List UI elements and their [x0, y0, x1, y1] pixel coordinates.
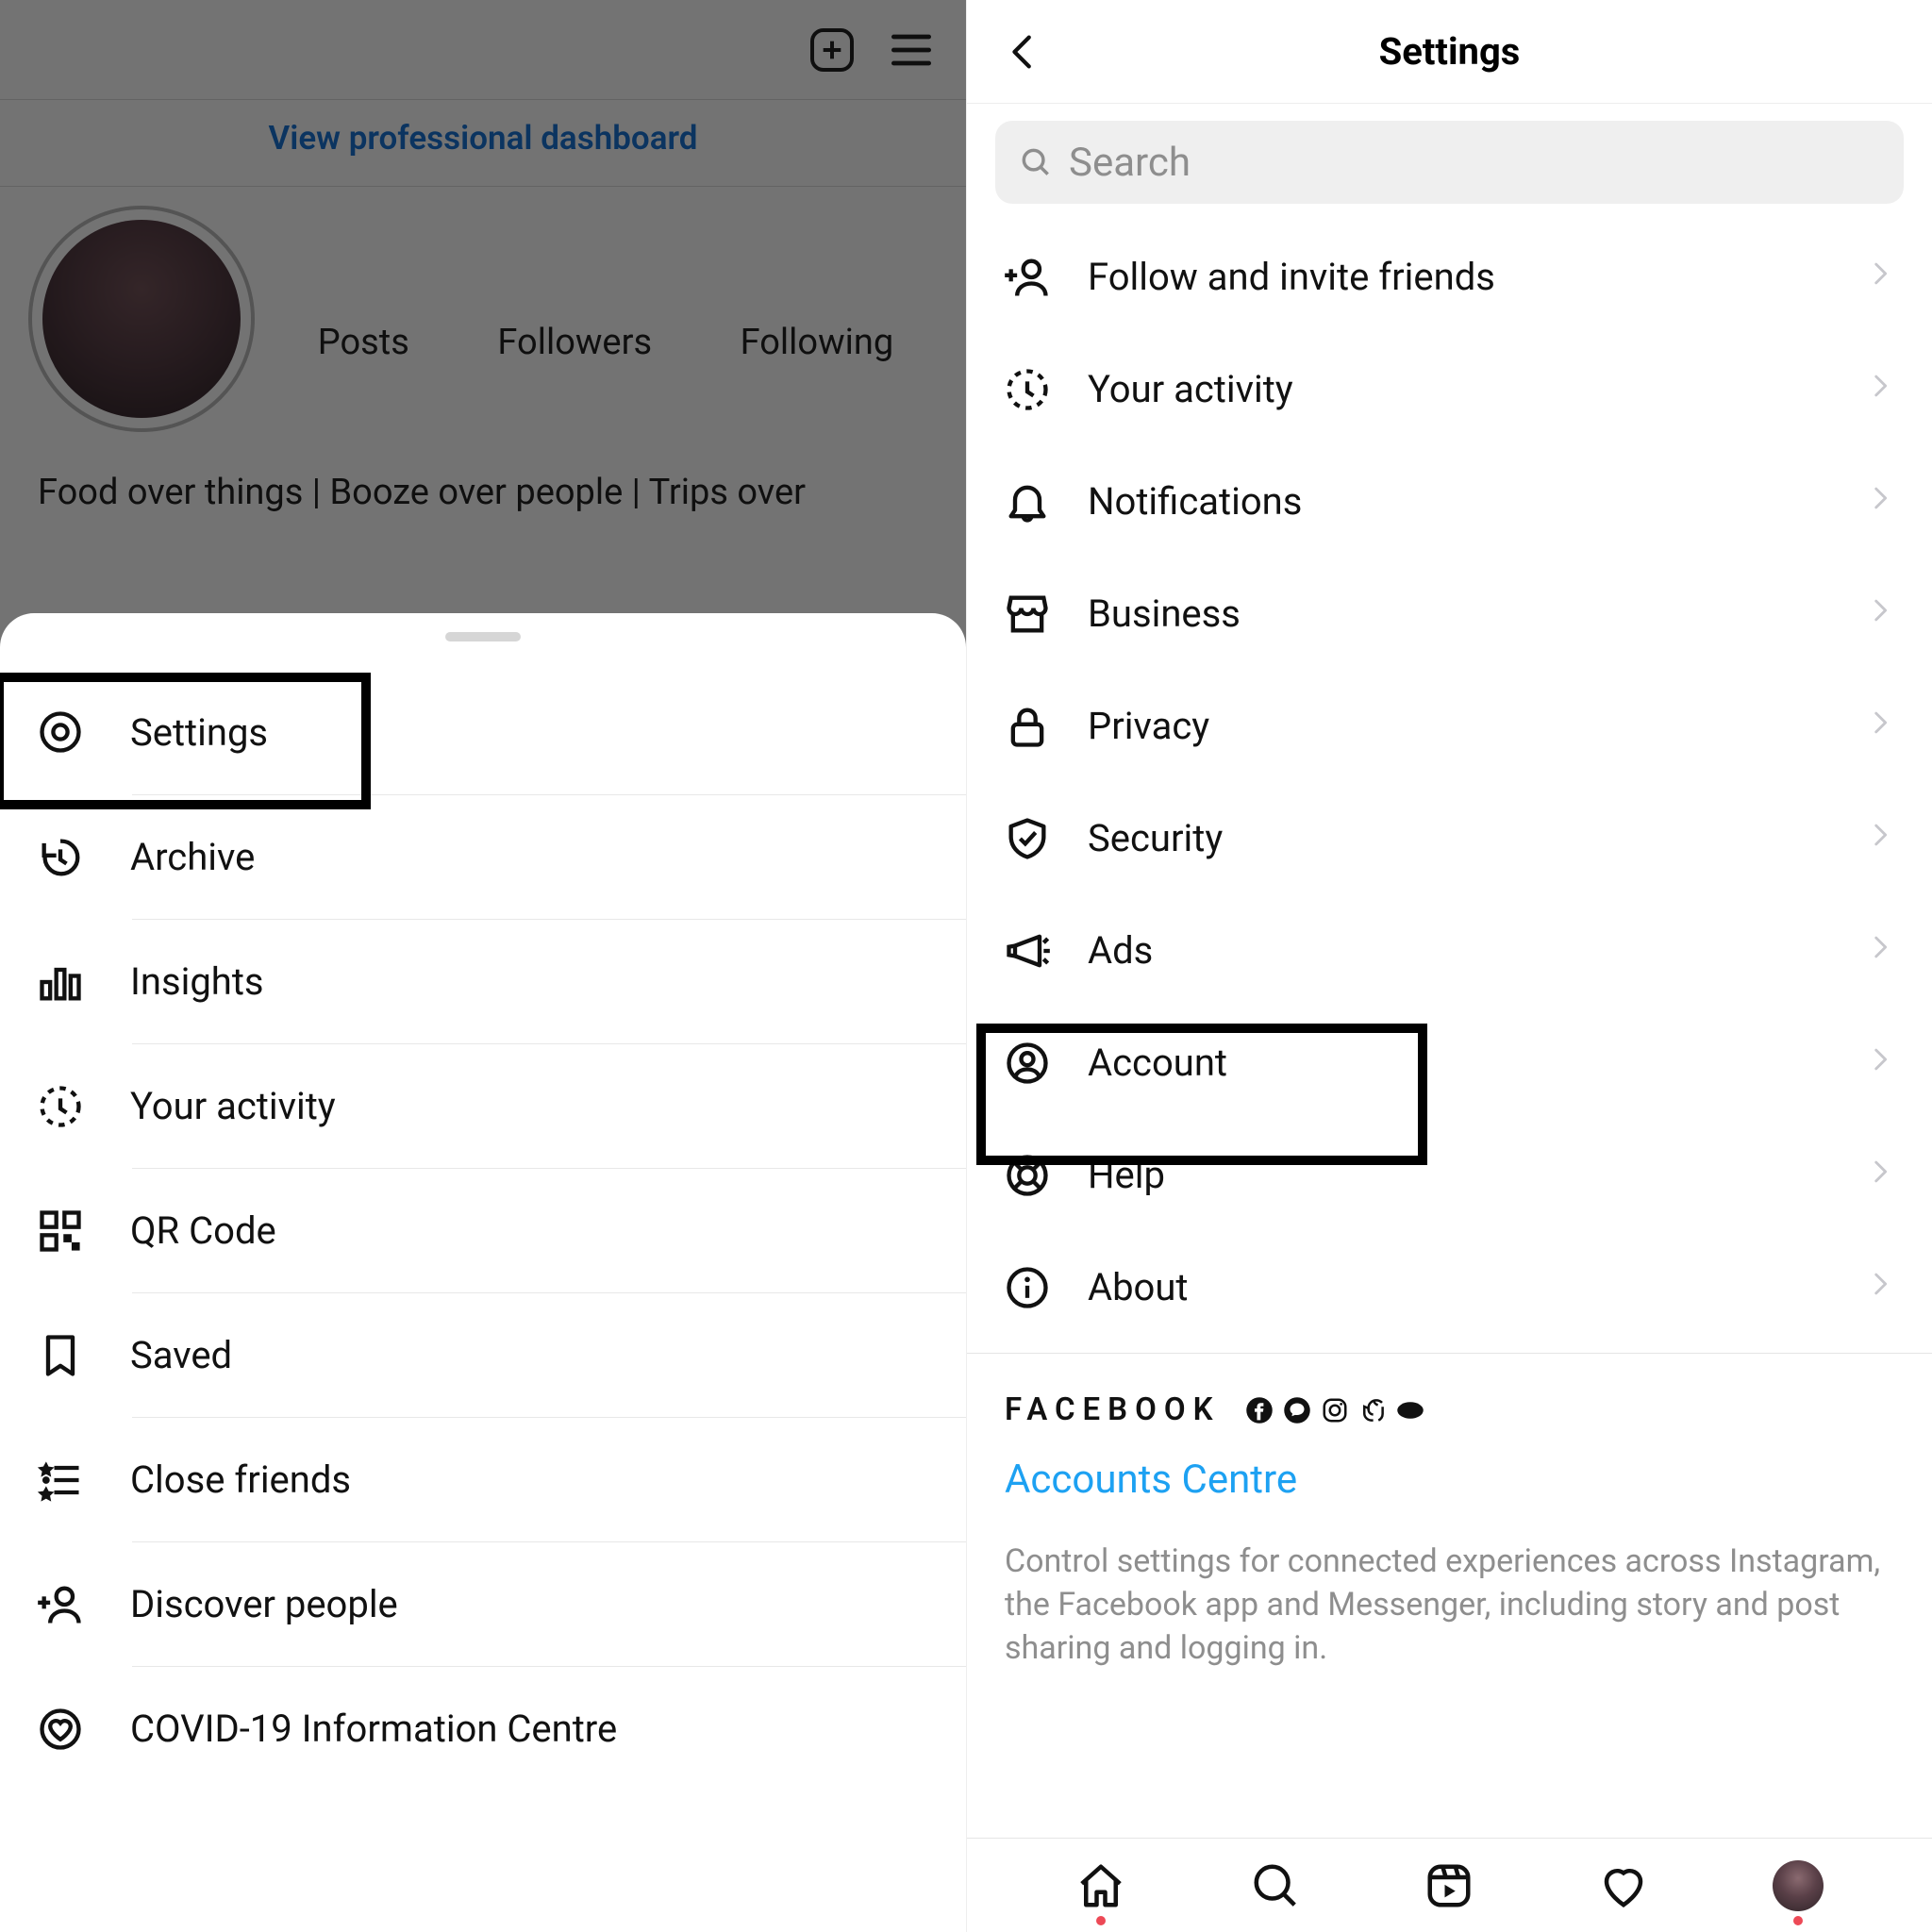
sheet-item-covid-19-information-centre[interactable]: COVID-19 Information Centre [132, 1666, 966, 1790]
chevron-right-icon [1864, 255, 1896, 299]
chevron-right-icon [1864, 1153, 1896, 1197]
sheet-item-label: Discover people [130, 1582, 930, 1626]
settings-item-label: Your activity [1088, 367, 1864, 411]
sheet-grabber[interactable] [445, 632, 521, 641]
facebook-wordmark: FACEBOOK [1005, 1391, 1221, 1428]
nav-home[interactable] [1073, 1857, 1129, 1914]
heart-shield-icon [36, 1705, 130, 1754]
sheet-item-label: Archive [130, 835, 930, 879]
sheet-item-label: Settings [130, 710, 930, 755]
chevron-right-icon [1864, 1265, 1896, 1309]
settings-item-business[interactable]: Business [967, 558, 1932, 670]
settings-item-account[interactable]: Account [967, 1007, 1932, 1119]
settings-item-label: About [1088, 1265, 1864, 1309]
bell-icon [1003, 477, 1088, 526]
chevron-right-icon [1864, 704, 1896, 748]
accounts-centre-link[interactable]: Accounts Centre [1005, 1457, 1894, 1503]
info-icon [1003, 1263, 1088, 1312]
sheet-item-label: Saved [130, 1333, 930, 1377]
chevron-right-icon [1864, 928, 1896, 973]
settings-item-security[interactable]: Security [967, 782, 1932, 894]
sheet-item-label: Insights [130, 959, 930, 1004]
qr-code-icon [36, 1207, 130, 1256]
nav-search[interactable] [1247, 1857, 1304, 1914]
bar-chart-icon [36, 958, 130, 1007]
search-input[interactable]: Search [995, 121, 1904, 204]
settings-item-label: Notifications [1088, 479, 1864, 524]
facebook-section: FACEBOOK Accounts Centre Control setting… [967, 1354, 1932, 1671]
shield-check-icon [1003, 814, 1088, 863]
back-button[interactable] [995, 24, 1052, 80]
lifebuoy-icon [1003, 1151, 1088, 1200]
sheet-item-label: Close friends [130, 1457, 930, 1502]
star-list-icon [36, 1456, 130, 1505]
history-icon [36, 833, 130, 882]
person-plus-icon [1003, 253, 1088, 302]
search-icon [1018, 144, 1054, 180]
chevron-right-icon [1864, 1041, 1896, 1085]
nav-profile[interactable] [1770, 1857, 1826, 1914]
settings-item-label: Account [1088, 1041, 1864, 1085]
nav-avatar [1773, 1860, 1824, 1911]
bookmark-icon [36, 1331, 130, 1380]
chevron-right-icon [1864, 816, 1896, 860]
sheet-item-archive[interactable]: Archive [132, 794, 966, 919]
settings-item-ads[interactable]: Ads [967, 894, 1932, 1007]
left-pane: View professional dashboard Posts Follow… [0, 0, 966, 1932]
right-pane: Settings Search Follow and invite friend… [966, 0, 1932, 1932]
chevron-right-icon [1864, 367, 1896, 411]
clock-dotted-icon [1003, 365, 1088, 414]
sheet-item-label: QR Code [130, 1208, 930, 1253]
nav-activity[interactable] [1595, 1857, 1652, 1914]
sheet-item-discover-people[interactable]: Discover people [132, 1541, 966, 1666]
sheet-item-settings[interactable]: Settings [0, 670, 966, 794]
lock-icon [1003, 702, 1088, 751]
settings-item-your-activity[interactable]: Your activity [967, 333, 1932, 445]
nav-dot-icon [1096, 1916, 1106, 1925]
search-placeholder: Search [1069, 140, 1191, 186]
sheet-item-label: Your activity [130, 1084, 930, 1128]
person-plus-icon [36, 1580, 130, 1629]
sheet-item-label: COVID-19 Information Centre [130, 1707, 930, 1751]
storefront-icon [1003, 590, 1088, 639]
nav-dot-icon [1793, 1916, 1803, 1925]
user-circle-icon [1003, 1039, 1088, 1088]
sheet-item-insights[interactable]: Insights [132, 919, 966, 1043]
settings-item-notifications[interactable]: Notifications [967, 445, 1932, 558]
settings-item-label: Privacy [1088, 704, 1864, 748]
settings-item-follow-and-invite-friends[interactable]: Follow and invite friends [967, 221, 1932, 333]
chevron-right-icon [1864, 479, 1896, 524]
settings-item-help[interactable]: Help [967, 1119, 1932, 1231]
settings-item-about[interactable]: About [967, 1231, 1932, 1343]
facebook-brand-icons [1245, 1396, 1424, 1424]
settings-item-label: Follow and invite friends [1088, 255, 1864, 299]
settings-header: Settings [967, 0, 1932, 104]
settings-item-label: Security [1088, 816, 1864, 860]
sheet-item-qr-code[interactable]: QR Code [132, 1168, 966, 1292]
chevron-right-icon [1864, 591, 1896, 636]
sheet-item-saved[interactable]: Saved [132, 1292, 966, 1417]
gear-icon [36, 708, 130, 757]
settings-item-privacy[interactable]: Privacy [967, 670, 1932, 782]
settings-item-label: Business [1088, 591, 1864, 636]
settings-item-label: Ads [1088, 928, 1864, 973]
sheet-item-close-friends[interactable]: Close friends [132, 1417, 966, 1541]
sheet-item-your-activity[interactable]: Your activity [132, 1043, 966, 1168]
settings-item-label: Help [1088, 1153, 1864, 1197]
clock-dotted-icon [36, 1082, 130, 1131]
bottom-navigation [967, 1838, 1932, 1932]
megaphone-icon [1003, 926, 1088, 975]
page-title: Settings [967, 29, 1932, 74]
menu-bottom-sheet: Settings Archive Insights Your activity QR C… [0, 613, 966, 1932]
accounts-centre-description: Control settings for connected experienc… [1005, 1541, 1894, 1671]
nav-reels[interactable] [1421, 1857, 1477, 1914]
